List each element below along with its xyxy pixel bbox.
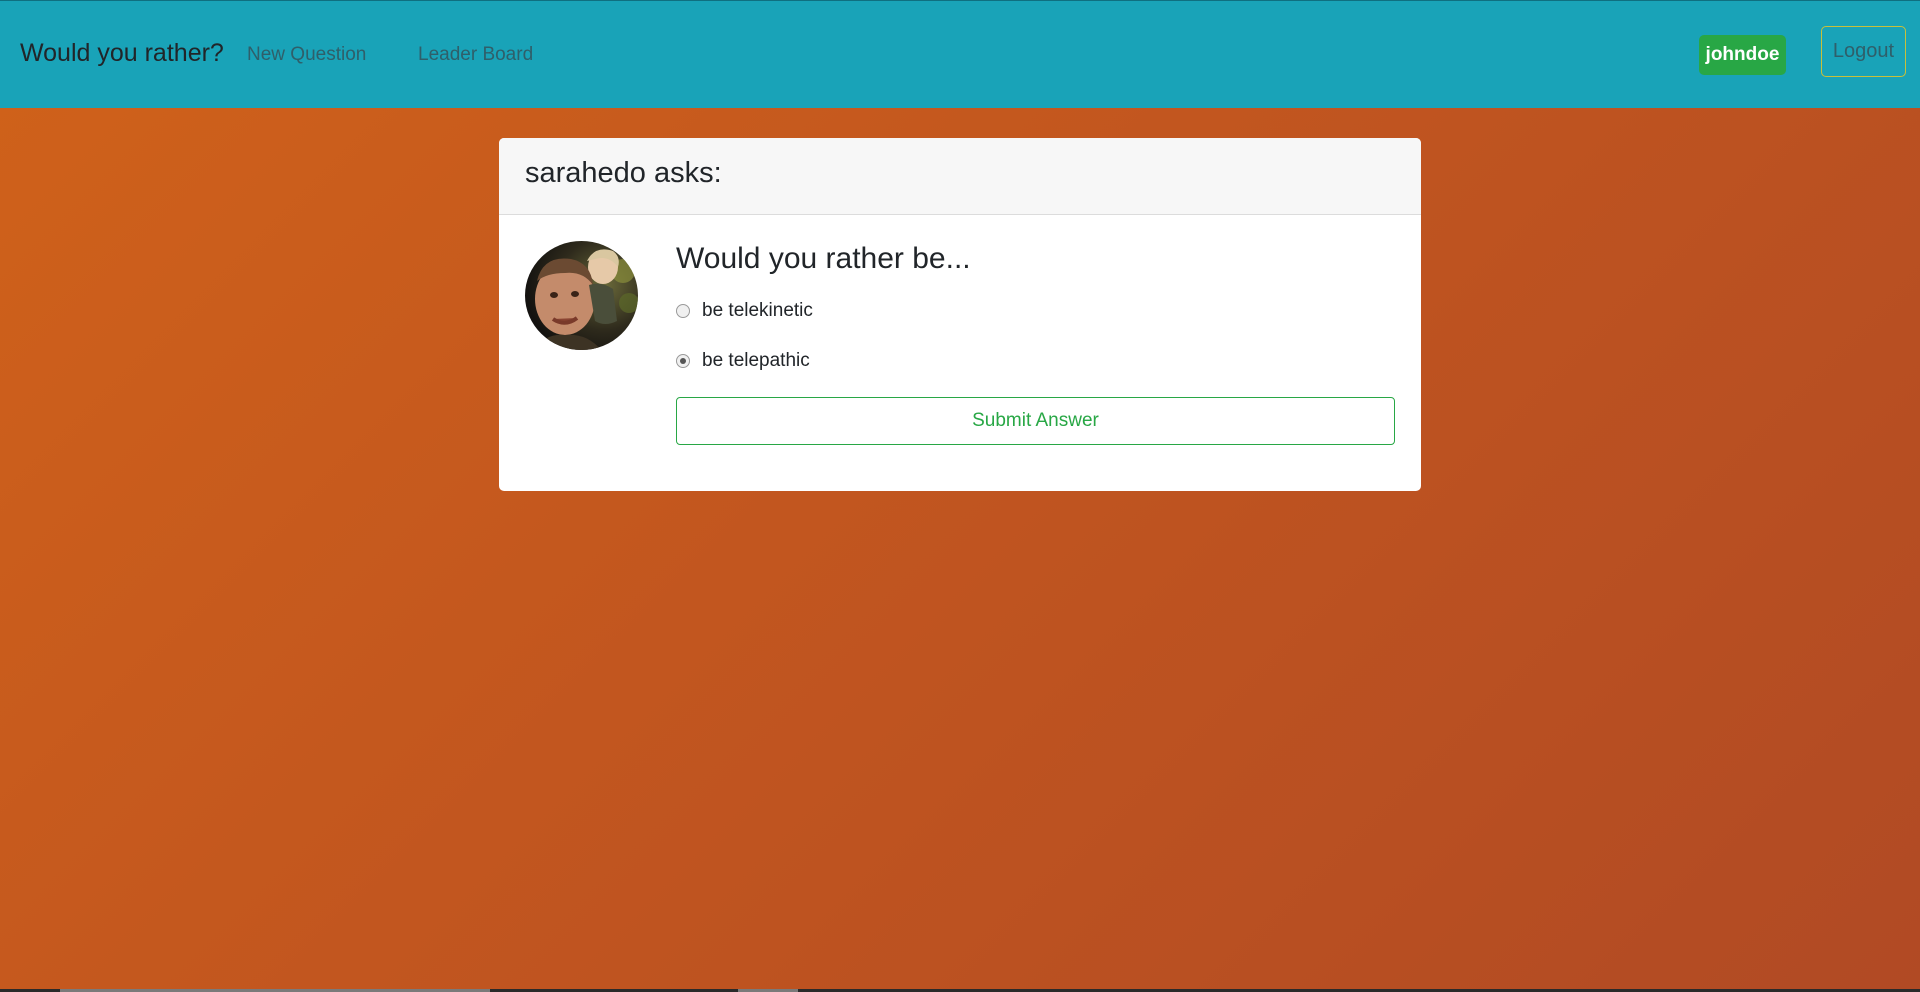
option-label: be telekinetic xyxy=(702,300,813,321)
logout-button[interactable]: Logout xyxy=(1821,26,1906,77)
top-navbar: Would you rather? New Question Leader Bo… xyxy=(0,0,1920,108)
question-card-header: sarahedo asks: xyxy=(499,138,1421,215)
question-card: sarahedo asks: Would you rather be... be… xyxy=(499,138,1421,491)
current-user-badge: johndoe xyxy=(1699,35,1786,75)
asker-heading: sarahedo asks: xyxy=(525,157,722,189)
option-label: be telepathic xyxy=(702,350,810,371)
brand-title[interactable]: Would you rather? xyxy=(20,39,224,68)
option-telepathic[interactable]: be telepathic xyxy=(676,350,810,372)
asker-avatar xyxy=(525,241,638,350)
radio-telekinetic[interactable] xyxy=(676,304,690,318)
user-avatar-photo-icon xyxy=(525,241,638,350)
nav-leader-board[interactable]: Leader Board xyxy=(418,44,533,66)
option-telekinetic[interactable]: be telekinetic xyxy=(676,300,813,322)
question-title: Would you rather be... xyxy=(676,242,971,275)
submit-answer-button[interactable]: Submit Answer xyxy=(676,397,1395,445)
nav-new-question[interactable]: New Question xyxy=(247,44,366,66)
radio-telepathic[interactable] xyxy=(676,354,690,368)
